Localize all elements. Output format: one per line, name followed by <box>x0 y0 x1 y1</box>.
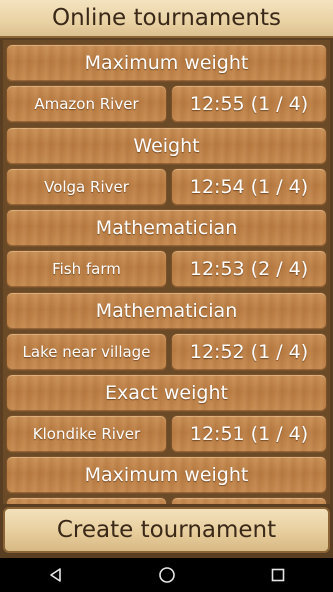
tournament-status-label: 12:51 (1 / 4) <box>189 423 309 445</box>
create-tournament-label: Create tournament <box>56 517 277 543</box>
app-header: Online tournaments <box>0 0 333 38</box>
tournament-location-label: Fish farm <box>52 260 121 278</box>
system-nav-bar <box>0 558 333 592</box>
tournament-type-label: Maximum weight <box>84 52 249 74</box>
nav-home-button[interactable] <box>137 558 197 592</box>
tournament-location-4[interactable]: Klondike River <box>6 415 167 453</box>
tournament-type-0[interactable]: Maximum weight <box>6 44 327 82</box>
tournament-location-label: Volga River <box>44 178 129 196</box>
tournament-status-label: 12:54 (1 / 4) <box>189 176 309 198</box>
tournament-type-1[interactable]: Weight <box>6 127 327 165</box>
recents-icon <box>271 568 284 582</box>
tournament-status-4[interactable]: 12:51 (1 / 4) <box>171 415 327 453</box>
tournament-status-1[interactable]: 12:54 (1 / 4) <box>171 168 327 206</box>
tournament-list[interactable]: Maximum weight Amazon River 12:55 (1 / 4… <box>3 40 330 504</box>
tournament-status-5[interactable] <box>171 497 327 504</box>
tournament-type-label: Maximum weight <box>84 464 249 486</box>
tournament-location-5[interactable] <box>6 497 167 504</box>
tournament-status-3[interactable]: 12:52 (1 / 4) <box>171 333 327 371</box>
tournament-status-0[interactable]: 12:55 (1 / 4) <box>171 85 327 123</box>
tournament-type-5[interactable]: Maximum weight <box>6 456 327 494</box>
tournament-location-2[interactable]: Fish farm <box>6 250 167 288</box>
tournament-type-label: Weight <box>133 135 200 157</box>
tournament-location-0[interactable]: Amazon River <box>6 85 167 123</box>
home-icon <box>158 567 175 583</box>
tournament-type-label: Mathematician <box>95 217 238 239</box>
tournament-type-label: Exact weight <box>105 382 228 404</box>
tournament-status-2[interactable]: 12:53 (2 / 4) <box>171 250 327 288</box>
create-tournament-button[interactable]: Create tournament <box>3 507 330 553</box>
tournament-location-label: Lake near village <box>22 343 151 361</box>
tournament-type-3[interactable]: Mathematician <box>6 292 327 330</box>
tournament-location-label: Amazon River <box>34 95 139 113</box>
tournament-location-label: Klondike River <box>32 425 141 443</box>
tournament-location-3[interactable]: Lake near village <box>6 333 167 371</box>
tournament-location-1[interactable]: Volga River <box>6 168 167 206</box>
nav-recents-button[interactable] <box>248 558 308 592</box>
tournament-type-label: Mathematician <box>95 300 238 322</box>
page-title: Online tournaments <box>51 5 282 31</box>
tournament-type-2[interactable]: Mathematician <box>6 209 327 247</box>
tournament-status-label: 12:53 (2 / 4) <box>189 258 309 280</box>
tournament-status-label: 12:52 (1 / 4) <box>189 341 309 363</box>
tournament-type-4[interactable]: Exact weight <box>6 374 327 412</box>
tournament-status-label: 12:55 (1 / 4) <box>189 93 309 115</box>
back-icon <box>49 568 61 582</box>
nav-back-button[interactable] <box>26 558 86 592</box>
